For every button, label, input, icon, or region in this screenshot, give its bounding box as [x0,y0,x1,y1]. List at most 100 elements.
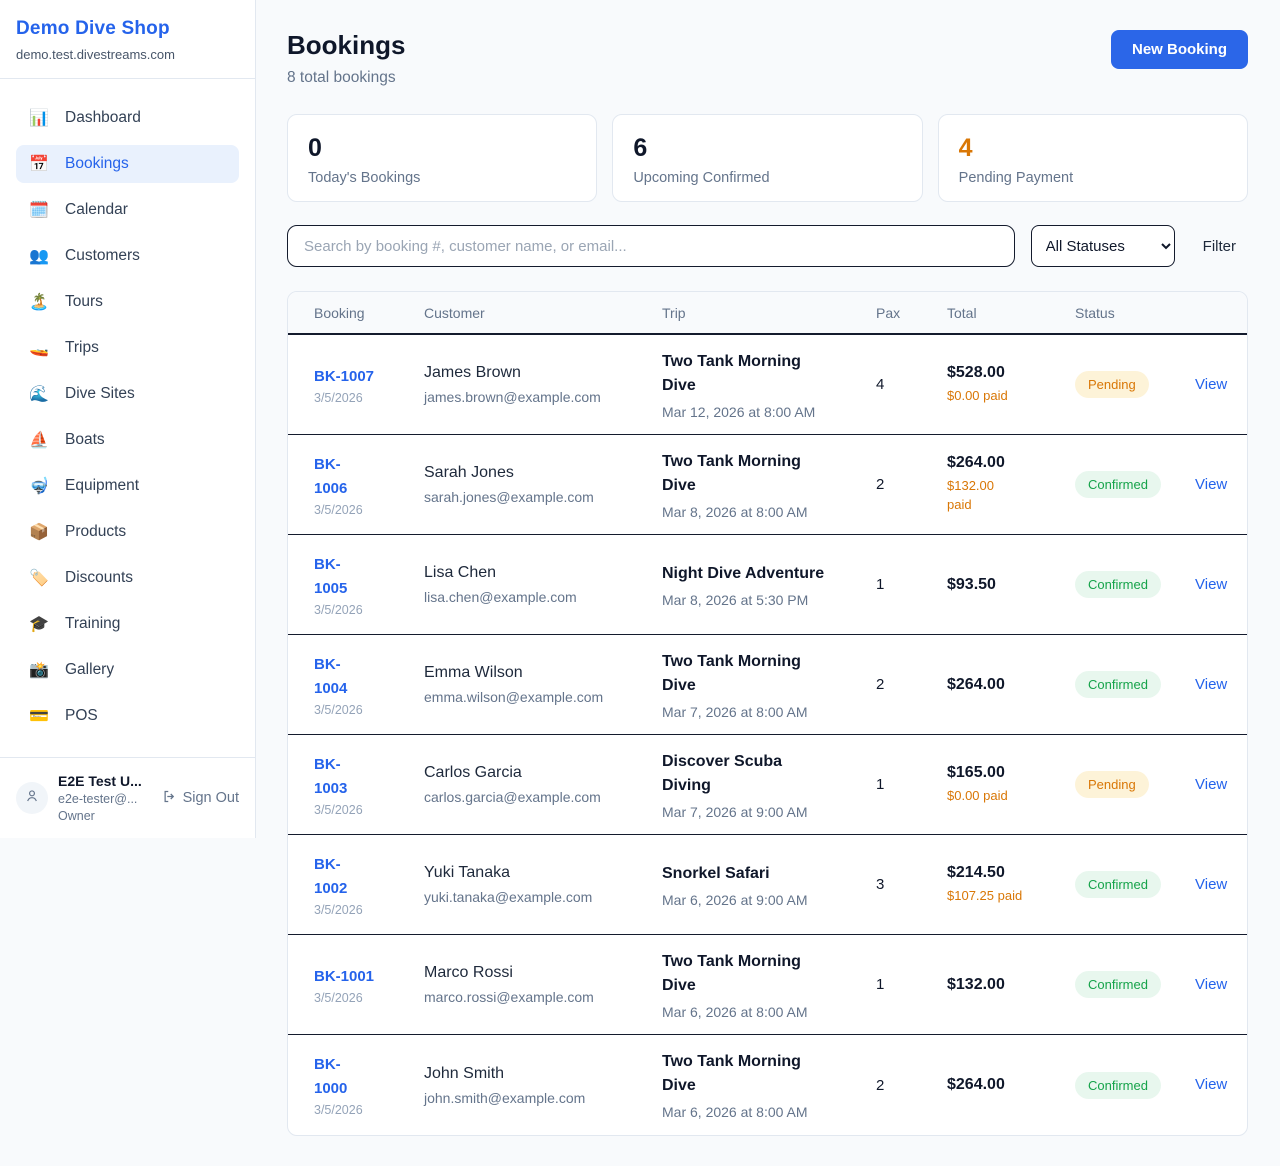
nav-item-icon: 🎓 [28,614,50,634]
booking-cell: BK- 1006 3/5/2026 [314,453,424,517]
sidebar-nav: 📊 Dashboard 📅 Bookings 🗓️ Calendar 👥 Cus… [0,79,255,757]
view-link[interactable]: View [1195,376,1227,393]
status-filter-select[interactable]: All Statuses [1031,225,1175,267]
actions-cell: View [1195,576,1231,594]
booking-id-link[interactable]: BK- 1006 [314,453,414,501]
customer-cell: Yuki Tanaka yuki.tanaka@example.com [424,864,662,905]
sidebar-item-calendar[interactable]: 🗓️ Calendar [16,191,239,229]
sidebar-item-dashboard[interactable]: 📊 Dashboard [16,99,239,137]
booking-id-link[interactable]: BK- 1004 [314,653,414,701]
sidebar-item-products[interactable]: 📦 Products [16,513,239,551]
app-root: Demo Dive Shop demo.test.divestreams.com… [0,0,1280,1166]
view-link[interactable]: View [1195,976,1227,993]
trip-name: Two Tank Morning Dive [662,950,866,998]
status-badge: Confirmed [1075,571,1161,598]
user-email: e2e-tester@... [58,792,152,806]
stat-value: 0 [308,134,576,163]
filter-button[interactable]: Filter [1191,238,1248,255]
customer-name: Marco Rossi [424,964,652,982]
sidebar-item-tours[interactable]: 🏝️ Tours [16,283,239,321]
booking-id-link[interactable]: BK- 1003 [314,753,414,801]
sidebar-item-gallery[interactable]: 📸 Gallery [16,651,239,689]
table-row: BK-1001 3/5/2026 Marco Rossi marco.rossi… [288,935,1247,1035]
nav-item-icon: 📦 [28,522,50,542]
page-header: Bookings 8 total bookings New Booking [287,30,1248,87]
actions-cell: View [1195,1076,1231,1094]
paid-amount: $107.25 paid [947,887,1065,906]
column-header-customer: Customer [424,305,662,321]
total-amount: $93.50 [947,576,1065,594]
page-title: Bookings [287,30,405,61]
sidebar-item-training[interactable]: 🎓 Training [16,605,239,643]
booking-id-link[interactable]: BK-1001 [314,965,414,989]
nav-item-icon: 📅 [28,154,50,174]
nav-item-icon: 👥 [28,246,50,266]
nav-item-icon: 🤿 [28,476,50,496]
trip-name: Two Tank Morning Dive [662,1050,866,1098]
sign-out-button[interactable]: Sign Out [162,789,239,808]
table-row: BK- 1004 3/5/2026 Emma Wilson emma.wilso… [288,635,1247,735]
trip-date: Mar 7, 2026 at 8:00 AM [662,704,866,720]
total-amount: $165.00 [947,764,1065,782]
view-link[interactable]: View [1195,876,1227,893]
nav-item-label: Trips [65,339,99,357]
trip-name: Night Dive Adventure [662,562,866,586]
sidebar-item-discounts[interactable]: 🏷️ Discounts [16,559,239,597]
sidebar-item-bookings[interactable]: 📅 Bookings [16,145,239,183]
total-cell: $264.00 $132.00 paid [947,454,1075,515]
view-link[interactable]: View [1195,676,1227,693]
status-cell: Confirmed [1075,1072,1195,1099]
total-amount: $264.00 [947,1076,1065,1094]
nav-item-label: Training [65,615,120,633]
customer-cell: Emma Wilson emma.wilson@example.com [424,664,662,705]
sidebar-item-customers[interactable]: 👥 Customers [16,237,239,275]
stat-value: 4 [959,134,1227,163]
nav-item-label: Boats [65,431,105,449]
status-badge: Pending [1075,371,1149,398]
booking-id-link[interactable]: BK- 1005 [314,553,414,601]
booking-date: 3/5/2026 [314,1103,414,1117]
stat-card-pending-payment: 4 Pending Payment [938,114,1248,202]
customer-email: john.smith@example.com [424,1090,652,1106]
total-amount: $528.00 [947,364,1065,382]
customer-name: John Smith [424,1065,652,1083]
column-header-status: Status [1075,305,1195,321]
booking-date: 3/5/2026 [314,703,414,717]
nav-item-label: Calendar [65,201,128,219]
status-badge: Confirmed [1075,471,1161,498]
booking-date: 3/5/2026 [314,391,414,405]
user-block: E2E Test U... e2e-tester@... Owner Sign … [0,757,255,838]
booking-id-link[interactable]: BK- 1002 [314,853,414,901]
sidebar-item-pos[interactable]: 💳 POS [16,697,239,735]
customer-email: lisa.chen@example.com [424,589,652,605]
pax-cell: 2 [876,1077,947,1094]
view-link[interactable]: View [1195,776,1227,793]
search-input[interactable] [287,225,1015,267]
new-booking-button[interactable]: New Booking [1111,30,1248,69]
booking-date: 3/5/2026 [314,803,414,817]
booking-id-link[interactable]: BK-1007 [314,365,414,389]
nav-item-icon: 🌊 [28,384,50,404]
booking-cell: BK- 1002 3/5/2026 [314,853,424,917]
sidebar-item-equipment[interactable]: 🤿 Equipment [16,467,239,505]
actions-cell: View [1195,476,1231,494]
sidebar-item-boats[interactable]: ⛵ Boats [16,421,239,459]
booking-cell: BK- 1000 3/5/2026 [314,1053,424,1117]
sidebar-item-trips[interactable]: 🚤 Trips [16,329,239,367]
user-name: E2E Test U... [58,773,152,789]
status-cell: Pending [1075,771,1195,798]
total-cell: $264.00 [947,1076,1075,1094]
view-link[interactable]: View [1195,576,1227,593]
booking-id-link[interactable]: BK- 1000 [314,1053,414,1101]
view-link[interactable]: View [1195,476,1227,493]
status-badge: Pending [1075,771,1149,798]
status-cell: Confirmed [1075,471,1195,498]
view-link[interactable]: View [1195,1076,1227,1093]
sidebar-item-dive-sites[interactable]: 🌊 Dive Sites [16,375,239,413]
stat-label: Pending Payment [959,170,1227,186]
total-cell: $165.00 $0.00 paid [947,764,1075,806]
table-row: BK- 1006 3/5/2026 Sarah Jones sarah.jone… [288,435,1247,535]
trip-cell: Two Tank Morning Dive Mar 8, 2026 at 8:0… [662,450,876,520]
trip-name: Snorkel Safari [662,862,866,886]
stat-value: 6 [633,134,901,163]
